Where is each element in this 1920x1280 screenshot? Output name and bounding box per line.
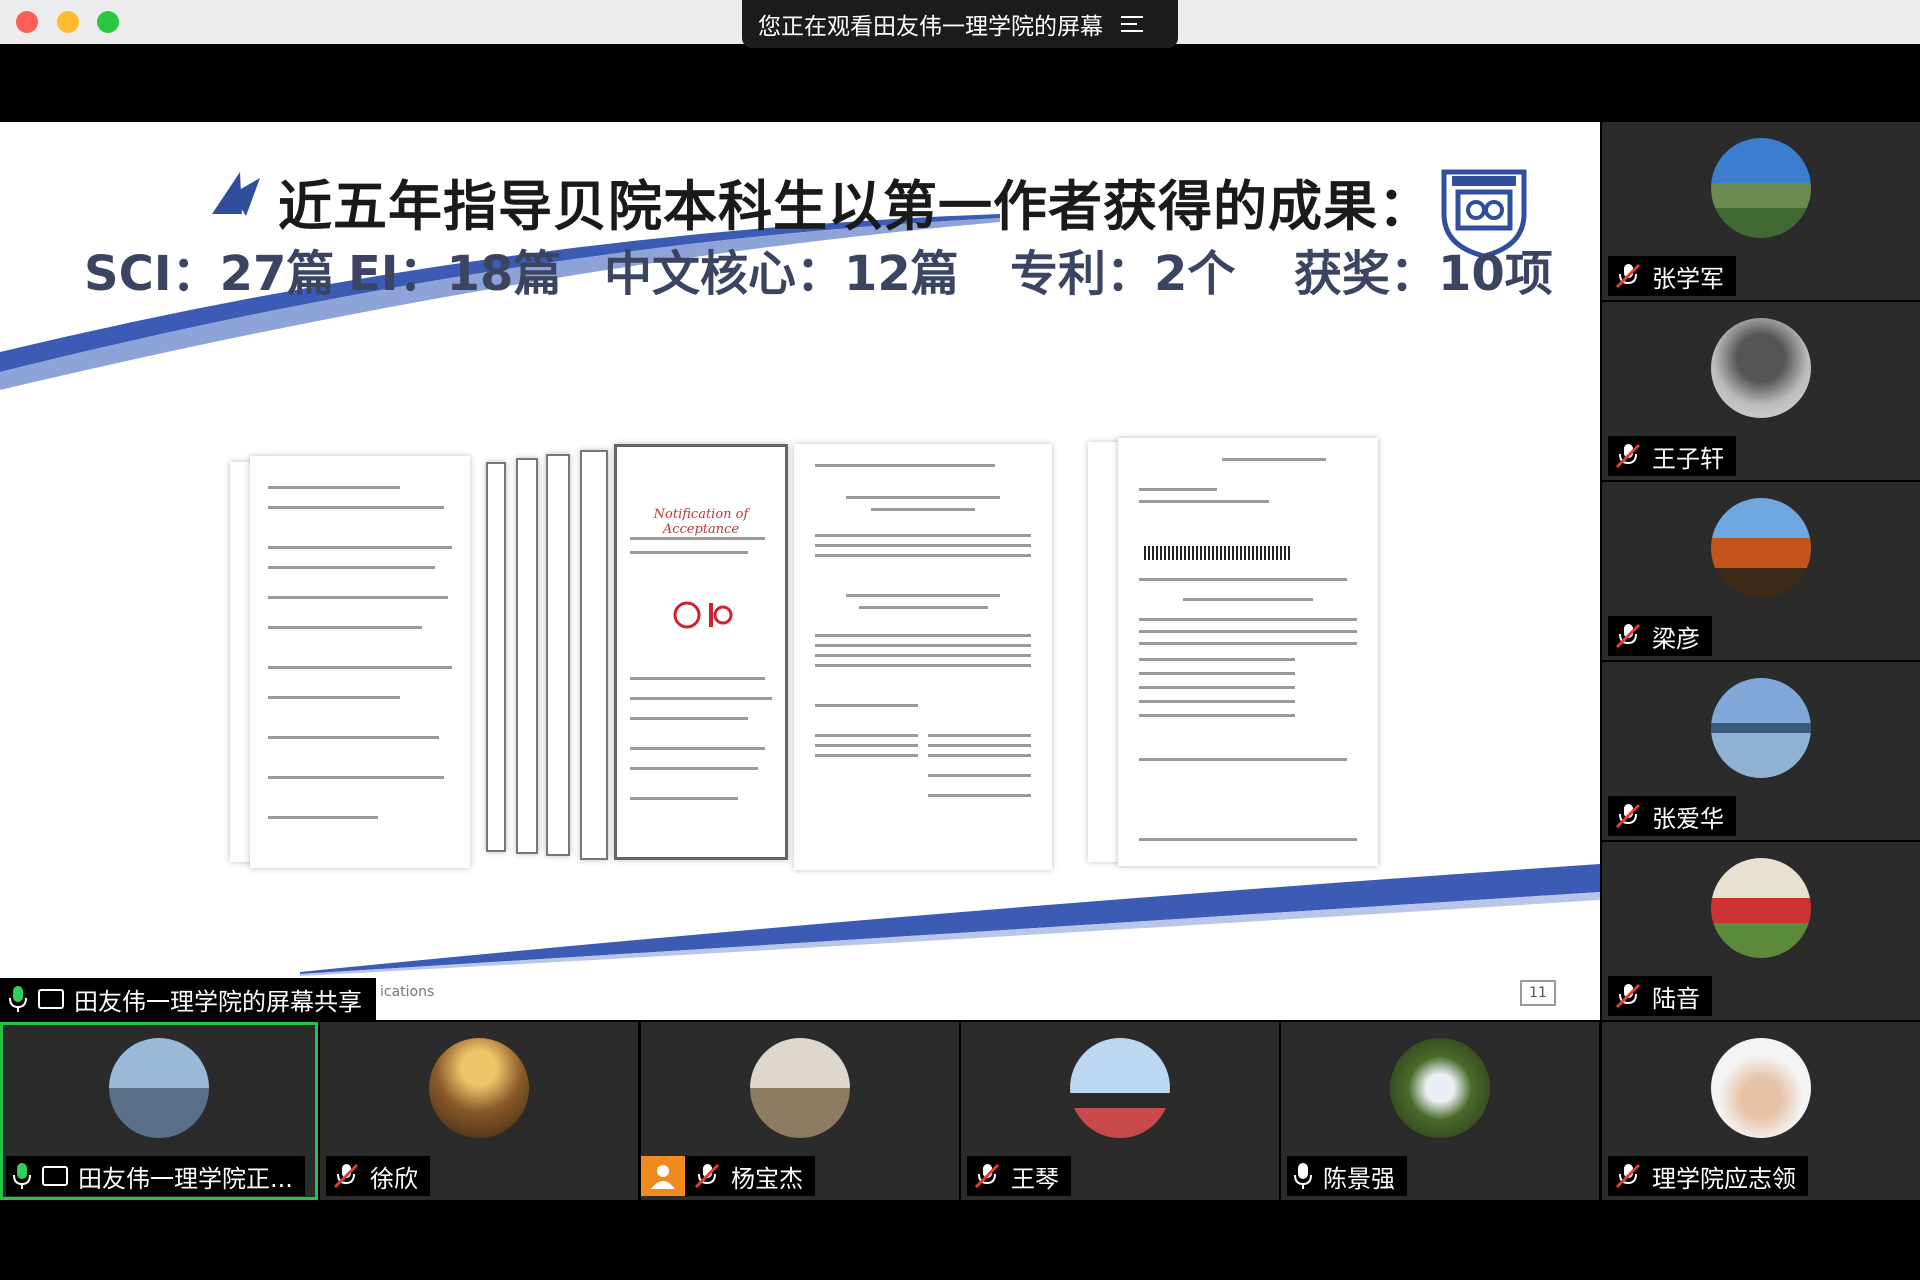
document-page: [580, 450, 608, 860]
participant-name-tag: 杨宝杰: [641, 1156, 815, 1196]
participant-name-tag: 陈景强: [1287, 1156, 1407, 1196]
muted-microphone-icon: [1615, 1163, 1641, 1189]
microphone-icon: [13, 1163, 31, 1189]
muted-microphone-icon: [1615, 623, 1641, 649]
stat-core-journals: 中文核心：12篇: [604, 246, 959, 302]
screen-share-label-text: 田友伟一理学院的屏幕共享: [74, 987, 362, 1016]
muted-microphone-icon: [694, 1163, 720, 1189]
participant-tile[interactable]: 陈景强: [1281, 1022, 1599, 1200]
participant-name-tag: 理学院应志领: [1608, 1156, 1808, 1196]
participant-name: 杨宝杰: [731, 1164, 803, 1193]
minimize-window-button[interactable]: [57, 11, 79, 33]
participant-name: 田友伟一理学院正...: [78, 1164, 293, 1193]
participant-tile[interactable]: 张爱华: [1602, 662, 1920, 840]
participant-name-tag: 王子轩: [1608, 436, 1736, 476]
menu-icon[interactable]: [1121, 16, 1143, 32]
participant-tile[interactable]: 理学院应志领: [1602, 1022, 1920, 1200]
arrow-icon: [212, 172, 260, 216]
document-collage: Notification of Acceptance: [200, 332, 1400, 892]
participant-tile[interactable]: 张学军: [1602, 122, 1920, 300]
participant-name: 王子轩: [1652, 444, 1724, 473]
participant-name: 陆音: [1652, 984, 1700, 1013]
participant-name: 理学院应志领: [1652, 1164, 1796, 1193]
participant-name: 王琴: [1011, 1164, 1059, 1193]
participant-name: 张学军: [1652, 264, 1724, 293]
participant-name-tag: 张爱华: [1608, 796, 1736, 836]
avatar: [1711, 1038, 1811, 1138]
avatar: [1711, 858, 1811, 958]
slide-title: 近五年指导贝院本科生以第一作者获得的成果：: [278, 175, 1433, 238]
screen-share-icon: [38, 989, 64, 1009]
screen-share-icon: [42, 1166, 68, 1186]
conference-logo-icon: [673, 601, 733, 629]
avatar: [109, 1038, 209, 1138]
document-page: [516, 458, 538, 854]
avatar: [1711, 498, 1811, 598]
slide-page-number: 11: [1520, 980, 1556, 1006]
participant-name-tag: 徐欣: [326, 1156, 430, 1196]
acceptance-notice: Notification of Acceptance: [614, 444, 788, 860]
avatar: [429, 1038, 529, 1138]
document-page: [486, 462, 506, 852]
avatar: [1390, 1038, 1490, 1138]
patent-notice-page: [1118, 438, 1378, 866]
participant-tile[interactable]: 杨宝杰: [641, 1022, 959, 1200]
participant-name-tag: 田友伟一理学院正...: [6, 1156, 305, 1196]
participant-tile-active-speaker[interactable]: 田友伟一理学院正...: [0, 1022, 318, 1200]
document-page: [250, 456, 470, 868]
participant-tile[interactable]: 王琴: [961, 1022, 1279, 1200]
muted-microphone-icon: [1615, 803, 1641, 829]
journal-paper-page: [794, 444, 1052, 870]
avatar: [1711, 318, 1811, 418]
avatar: [750, 1038, 850, 1138]
user-icon: [641, 1156, 685, 1196]
acceptance-notice-title: Notification of Acceptance: [653, 507, 749, 537]
close-window-button[interactable]: [16, 11, 38, 33]
microphone-icon: [1294, 1163, 1312, 1189]
stat-ei: EI：18篇: [348, 246, 562, 302]
slide-footer-text: ications: [380, 984, 435, 1000]
avatar: [1711, 678, 1811, 778]
muted-microphone-icon: [1615, 263, 1641, 289]
avatar: [1070, 1038, 1170, 1138]
participant-tile[interactable]: 徐欣: [320, 1022, 638, 1200]
muted-microphone-icon: [1615, 983, 1641, 1009]
participant-name-tag: 张学军: [1608, 256, 1736, 296]
participant-name: 张爱华: [1652, 804, 1724, 833]
stat-sci: SCI：27篇: [84, 246, 335, 302]
participant-tile[interactable]: 梁彦: [1602, 482, 1920, 660]
participant-name-tag: 王琴: [967, 1156, 1071, 1196]
participant-name-tag: 陆音: [1608, 976, 1712, 1016]
screen-share-banner-text: 您正在观看田友伟一理学院的屏幕: [758, 14, 1103, 40]
participant-name: 徐欣: [370, 1164, 418, 1193]
participant-tile[interactable]: 王子轩: [1602, 302, 1920, 480]
participant-name: 梁彦: [1652, 624, 1700, 653]
screen-share-banner[interactable]: 您正在观看田友伟一理学院的屏幕: [742, 0, 1178, 48]
participant-name-tag: 梁彦: [1608, 616, 1712, 656]
shared-screen-slide: 近五年指导贝院本科生以第一作者获得的成果： SCI：27篇 EI：18篇 中文核…: [0, 122, 1600, 1020]
muted-microphone-icon: [1615, 443, 1641, 469]
stat-patents: 专利：2个: [1010, 246, 1236, 302]
avatar: [1711, 138, 1811, 238]
muted-microphone-icon: [333, 1163, 359, 1189]
microphone-icon: [9, 986, 27, 1012]
screen-share-label: 田友伟一理学院的屏幕共享: [0, 978, 376, 1020]
document-page: [546, 454, 570, 856]
stat-awards: 获奖：10项: [1294, 246, 1553, 302]
participant-name: 陈景强: [1323, 1164, 1395, 1193]
muted-microphone-icon: [974, 1163, 1000, 1189]
maximize-window-button[interactable]: [97, 11, 119, 33]
participant-tile[interactable]: 陆音: [1602, 842, 1920, 1020]
achievement-stats: SCI：27篇 EI：18篇 中文核心：12篇 专利：2个 获奖：10项: [84, 234, 1553, 304]
